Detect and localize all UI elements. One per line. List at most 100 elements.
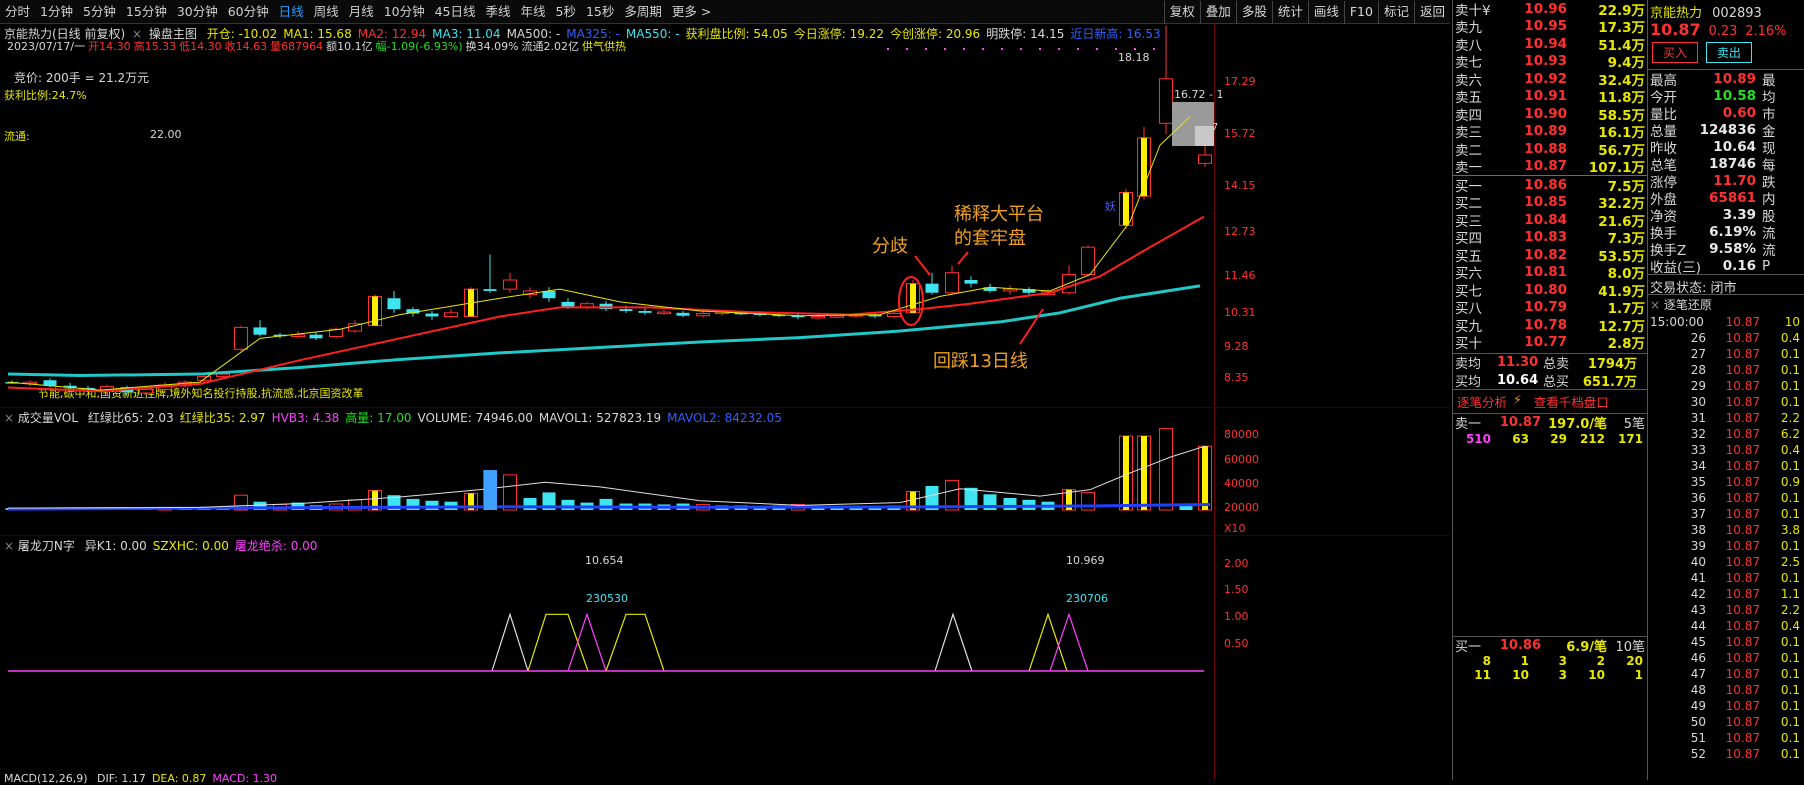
tick-list[interactable]: 15:00:00 10.87 10 26 10.87 0.4 27 10.87 0.1 28 10.…: [1648, 314, 1804, 762]
tool-button[interactable]: F10: [1343, 1, 1378, 24]
period-tab[interactable]: 45日线: [430, 0, 481, 24]
ticks-title[interactable]: 逐笔还原: [1664, 298, 1712, 312]
close-icon[interactable]: ×: [4, 539, 14, 553]
right-panel: 卖十¥ 10.96 22.9万 卖九 10.95 17.3万 卖八 10.94 51.4万 卖七 1…: [1452, 0, 1804, 780]
period-tab[interactable]: 60分钟: [223, 0, 274, 24]
sub-title[interactable]: 屠龙刀N字: [18, 539, 75, 553]
ma-fast-line: [7, 116, 1191, 391]
bid-levels: 买一 10.86 7.5万 买二 10.85 32.2万 买三 10.84 21.6万 买四 10.…: [1453, 176, 1647, 353]
volume-bar: [425, 500, 439, 510]
tool-button[interactable]: 多股: [1235, 1, 1272, 24]
volume-highlight: [1202, 446, 1208, 510]
candle-body: [387, 298, 401, 310]
orderbook-row[interactable]: 买八 10.79 1.7万: [1453, 299, 1647, 317]
stat-value: 10.64: [1713, 138, 1756, 155]
candle-body: [253, 327, 267, 335]
tick-time: 43: [1690, 603, 1706, 617]
close-icon[interactable]: ×: [4, 411, 14, 425]
orderbook-row[interactable]: 卖五 10.91 11.8万: [1453, 88, 1647, 106]
tick-volume: 0.4: [1780, 619, 1800, 633]
volume-highlight: [1123, 436, 1129, 510]
candle-body: [945, 272, 959, 294]
axis-tick: 8.35: [1224, 371, 1249, 384]
period-tab[interactable]: 15分钟: [121, 0, 172, 24]
tool-button[interactable]: 返回: [1413, 1, 1450, 24]
orderbook-row[interactable]: 买二 10.85 32.2万: [1453, 194, 1647, 212]
period-tab[interactable]: 多周期: [619, 0, 667, 24]
level-price: 10.81: [1524, 264, 1567, 281]
orderbook-row[interactable]: 买三 10.84 21.6万: [1453, 211, 1647, 230]
tick-volume: 6.2: [1780, 427, 1800, 441]
orderbook-row[interactable]: 卖二 10.88 56.7万: [1453, 140, 1647, 159]
period-tab[interactable]: 周线: [309, 0, 344, 24]
tick-row: 48 10.87 0.1: [1648, 682, 1804, 698]
tick-time: 47: [1690, 667, 1706, 681]
orderbook-row[interactable]: 买六 10.81 8.0万: [1453, 264, 1647, 282]
stat-label: 收益(三): [1650, 259, 1702, 276]
tool-button[interactable]: 叠加: [1199, 1, 1236, 24]
period-tab[interactable]: 30分钟: [172, 0, 223, 24]
orderbook-row[interactable]: 卖八 10.94 51.4万: [1453, 35, 1647, 54]
orderbook-row[interactable]: 买九 10.78 12.7万: [1453, 316, 1647, 335]
orderbook-row[interactable]: 卖一 10.87 107.1万: [1453, 158, 1647, 176]
period-tab[interactable]: 10分钟: [379, 0, 430, 24]
period-tab[interactable]: 日线: [274, 0, 309, 24]
level-price: 10.79: [1524, 299, 1567, 316]
orderbook-row[interactable]: 买一 10.86 7.5万: [1453, 176, 1647, 195]
level-price: 10.89: [1524, 123, 1567, 140]
period-tab[interactable]: 季线: [481, 0, 516, 24]
orderbook-row[interactable]: 卖七 10.93 9.4万: [1453, 53, 1647, 71]
period-tab[interactable]: 15秒: [581, 0, 619, 24]
orderbook-row[interactable]: 买五 10.82 53.5万: [1453, 246, 1647, 265]
period-tab[interactable]: 5分钟: [78, 0, 121, 24]
candle-body: [696, 313, 710, 317]
tab-level-view[interactable]: 查看千档盘口: [1534, 392, 1609, 411]
stat-value: 10.89: [1713, 70, 1756, 87]
tick-volume: 0.4: [1780, 443, 1800, 457]
tool-button[interactable]: 统计: [1271, 1, 1308, 24]
marker-dot: [1115, 48, 1117, 50]
macd-title[interactable]: MACD(12,26,9): [4, 772, 88, 785]
period-tab[interactable]: 年线: [516, 0, 551, 24]
orderbook-row[interactable]: 买十 10.77 2.8万: [1453, 334, 1647, 352]
period-tab[interactable]: 1分钟: [35, 0, 78, 24]
tab-tick-analysis[interactable]: 逐笔分析: [1457, 392, 1507, 411]
sell-button[interactable]: 卖出: [1705, 42, 1752, 63]
chart-canvas[interactable]: [0, 24, 1214, 780]
orderbook-row[interactable]: 卖三 10.89 16.1万: [1453, 123, 1647, 141]
stat-row: 收益(三) 0.16 P: [1648, 257, 1804, 276]
tick-volume: 0.1: [1780, 667, 1800, 681]
tool-button[interactable]: 标记: [1377, 1, 1414, 24]
signal-trapezoid: [527, 613, 589, 672]
sub-indicators: 异K1: 0.00 SZXHC: 0.00 屠龙绝杀: 0.00: [79, 539, 318, 553]
sell1-summary: 卖一 10.87 197.0/笔 5笔: [1453, 414, 1647, 432]
stat-value: 10.58: [1713, 87, 1756, 104]
marker-dot: [1096, 48, 1098, 50]
period-tab[interactable]: 分时: [0, 0, 35, 24]
orderbook-row[interactable]: 卖九 10.95 17.3万: [1453, 18, 1647, 36]
queue-order: 8: [1482, 654, 1491, 668]
period-tab[interactable]: 月线: [344, 0, 379, 24]
orderbook-row[interactable]: 卖四 10.90 58.5万: [1453, 105, 1647, 124]
tick-row: 34 10.87 0.1: [1648, 458, 1804, 474]
volume-title[interactable]: 成交量VOL: [18, 411, 78, 425]
stat-value: 0.60: [1722, 104, 1756, 121]
candle-body: [139, 388, 153, 394]
avg-sell-row: 卖均 11.30 总卖 1794万: [1453, 354, 1647, 372]
sell1-per: 197.0/笔: [1548, 417, 1607, 433]
orderbook-row[interactable]: 卖六 10.92 32.4万: [1453, 70, 1647, 89]
marker-dot: [1134, 48, 1136, 50]
tick-row: 42 10.87 1.1: [1648, 586, 1804, 602]
period-tab[interactable]: 5秒: [551, 0, 581, 24]
orderbook-row[interactable]: 买四 10.83 7.3万: [1453, 229, 1647, 247]
kline-chart[interactable]: [0, 24, 1214, 780]
orderbook-row[interactable]: 买七 10.80 41.9万: [1453, 281, 1647, 300]
axis-tick: 1.00: [1224, 610, 1249, 623]
period-tab[interactable]: 更多 >: [667, 0, 716, 24]
tool-button[interactable]: 画线: [1307, 1, 1344, 24]
buy-button[interactable]: 买入: [1652, 42, 1699, 63]
orderbook-row[interactable]: 卖十¥ 10.96 22.9万: [1453, 0, 1647, 19]
close-icon[interactable]: ×: [1650, 298, 1660, 312]
ma-slow-line: [7, 284, 1201, 378]
tool-button[interactable]: 复权: [1163, 1, 1200, 24]
